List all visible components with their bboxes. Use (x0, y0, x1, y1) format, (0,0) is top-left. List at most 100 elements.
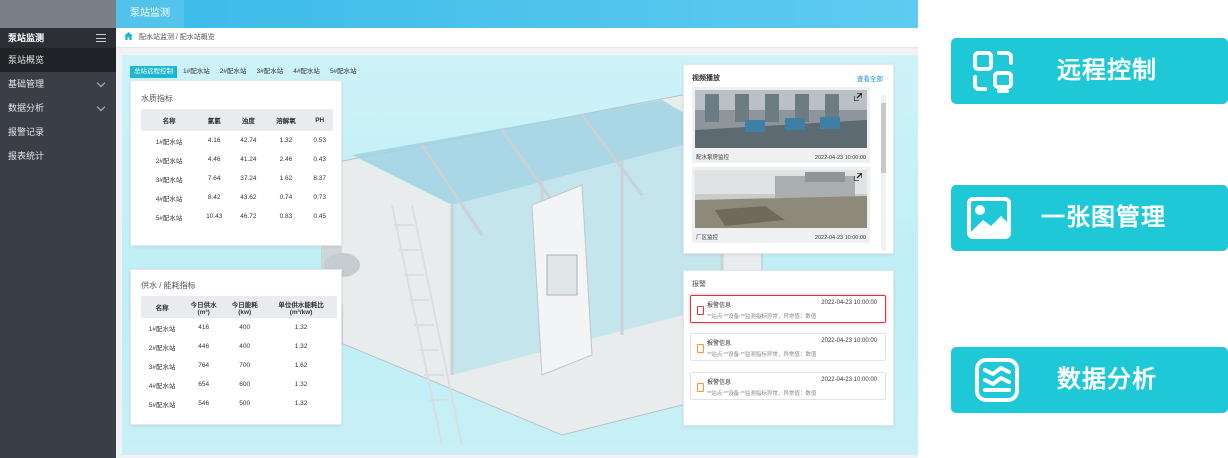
sidebar: 泵站监测 泵站概览 基础管理 数据分析 报警记录 报表统计 (0, 28, 116, 458)
table-cell: 2.46 (279, 156, 293, 163)
camera-plant-area[interactable]: 厂区监控 2022-04-23 10:00:00 (692, 167, 870, 243)
table-cell: 0.43 (313, 156, 327, 163)
chevron-down-icon (96, 78, 106, 88)
table-cell: 1.32 (294, 324, 308, 331)
table-row: 1#配水站 416 400 1.32 (141, 318, 337, 337)
video-panel: 视频播放 查看全部 配水泵房监控 2022-04-23 10:00:00 厂区监… (683, 64, 894, 254)
column-header: 溶解氧 (265, 109, 307, 131)
expand-icon[interactable] (854, 93, 862, 101)
brand-area (0, 0, 116, 28)
sidebar-item-report-stats[interactable]: 报表统计 (0, 144, 116, 168)
tab-station-2[interactable]: 2#配水站 (216, 66, 251, 78)
chevron-down-icon (96, 102, 106, 112)
panel-title: 水质指标 (141, 94, 173, 103)
table-cell: 1#配水站 (148, 325, 176, 333)
table-cell: 446 (198, 343, 210, 350)
top-bar: 泵站监测 (0, 0, 918, 28)
camera-name: 配水泵房监控 (696, 155, 730, 161)
table-cell: 1.32 (279, 137, 293, 144)
tab-station-4[interactable]: 4#配水站 (289, 66, 324, 78)
table-row: 4#配水站 654 600 1.32 (141, 375, 337, 394)
table-cell: 1.62 (279, 175, 293, 182)
alarm-icon (697, 344, 704, 353)
table-row: 5#配水站 10.43 46.72 0.83 0.45 (141, 207, 333, 226)
sidebar-item-basic-management[interactable]: 基础管理 (0, 72, 116, 96)
sidebar-item-label: 泵站概览 (8, 55, 45, 65)
table-cell: 1.62 (294, 362, 308, 369)
table-cell: 500 (239, 400, 251, 407)
table-cell: 0.45 (313, 213, 327, 220)
station-tabs: 总站远程控制 1#配水站 2#配水站 3#配水站 4#配水站 5#配水站 (130, 66, 363, 78)
feature-data-analysis[interactable]: 数据分析 (951, 347, 1228, 413)
column-header: 今日能耗 (kw) (224, 296, 266, 318)
column-header: 今日供水 (m³) (183, 296, 225, 318)
alarm-item[interactable]: 报警信息 2022-04-23 10:00:00 **站点:**设备:**监测指… (690, 295, 886, 323)
sidebar-item-label: 报警记录 (8, 127, 45, 137)
alarm-title: 报警信息 (707, 341, 732, 347)
alarm-desc: **站点:**设备:**监测指标异常，异常值：数值 (707, 314, 817, 320)
table-row: 2#配水站 4.46 41.24 2.46 0.43 (141, 150, 333, 169)
table-row: 1#配水站 4.16 42.74 1.32 0.53 (141, 131, 333, 150)
table-cell: 654 (198, 381, 210, 388)
image-icon (967, 197, 1011, 239)
menu-icon[interactable] (96, 34, 106, 42)
table-cell: 3#配水站 (148, 363, 176, 371)
table-cell: 0.83 (279, 213, 293, 220)
alarm-title: 报警信息 (707, 380, 732, 386)
scrollbar[interactable] (881, 95, 886, 251)
panel-title: 报警 (692, 281, 706, 288)
sidebar-item-alarm-records[interactable]: 报警记录 (0, 120, 116, 144)
table-cell: 0.53 (313, 137, 327, 144)
feature-one-map[interactable]: 一张图管理 (951, 185, 1228, 251)
view-all-link[interactable]: 查看全部 (857, 73, 883, 83)
column-header-unit: (m³) (197, 308, 210, 316)
tab-station-3[interactable]: 3#配水站 (252, 66, 287, 78)
tab-station-1[interactable]: 1#配水站 (179, 66, 214, 78)
table-cell: 41.24 (240, 156, 257, 163)
sidebar-title: 泵站监测 (8, 33, 45, 43)
top-tab-pump-monitor[interactable]: 泵站监测 (116, 0, 184, 28)
feature-remote-control[interactable]: 远程控制 (951, 38, 1228, 104)
table-cell: 4#配水站 (148, 382, 176, 390)
table-cell: 3#配水站 (155, 176, 183, 184)
scrollbar-thumb[interactable] (881, 103, 886, 173)
table-cell: 0.73 (313, 194, 327, 201)
column-header-unit: (kw) (238, 308, 252, 316)
table-row: 3#配水站 7.64 37.24 1.62 8.37 (141, 169, 333, 188)
table-cell: 700 (239, 362, 251, 369)
data-analysis-icon (975, 358, 1019, 402)
column-header-label: 今日供水 (190, 301, 217, 309)
supply-energy-table: 名称 今日供水 (m³) 今日能耗 (kw) 单位供水能耗比 (m³/kw) 1#配水… (141, 296, 337, 413)
alarm-time: 2022-04-23 10:00:00 (821, 338, 877, 344)
table-header: 名称 氯氯 浊度 溶解氧 PH (141, 109, 333, 131)
alarm-time: 2022-04-23 10:00:00 (821, 377, 877, 383)
column-header: 名称 (141, 296, 184, 318)
tab-station-5[interactable]: 5#配水站 (326, 66, 361, 78)
column-header: 名称 (141, 109, 198, 131)
feature-label: 远程控制 (1057, 57, 1157, 84)
sidebar-item-data-analysis[interactable]: 数据分析 (0, 96, 116, 120)
table-row: 5#配水站 546 500 1.32 (141, 394, 337, 413)
table-cell: 5#配水站 (155, 214, 183, 222)
table-row: 2#配水站 446 400 1.32 (141, 337, 337, 356)
home-icon[interactable] (124, 32, 133, 40)
breadcrumb: 配水站监测 / 配水站概览 (116, 28, 918, 48)
alarm-desc: **站点:**设备:**监测指标异常，异常值：数值 (707, 352, 817, 358)
table-cell: 8.37 (313, 175, 327, 182)
table-cell: 5#配水站 (148, 401, 176, 409)
alarm-item[interactable]: 报警信息 2022-04-23 10:00:00 **站点:**设备:**监测指… (690, 372, 886, 400)
column-header-label: 单位供水能耗比 (278, 301, 324, 309)
sidebar-header: 泵站监测 (0, 28, 116, 48)
table-row: 3#配水站 764 700 1.62 (141, 356, 337, 375)
remote-control-icon (973, 51, 1013, 93)
alarm-icon (697, 306, 704, 315)
camera-pump-room[interactable]: 配水泵房监控 2022-04-23 10:00:00 (692, 87, 870, 163)
sidebar-item-overview[interactable]: 泵站概览 (0, 48, 116, 72)
breadcrumb-text: 配水站监测 / 配水站概览 (138, 34, 215, 41)
alarm-item[interactable]: 报警信息 2022-04-23 10:00:00 **站点:**设备:**监测指… (690, 333, 886, 361)
table-cell: 2#配水站 (155, 157, 183, 165)
tab-main-station[interactable]: 总站远程控制 (130, 66, 177, 78)
expand-icon[interactable] (854, 173, 862, 181)
panel-title: 供水 / 能耗指标 (141, 281, 196, 290)
feature-label: 一张图管理 (1041, 204, 1166, 231)
